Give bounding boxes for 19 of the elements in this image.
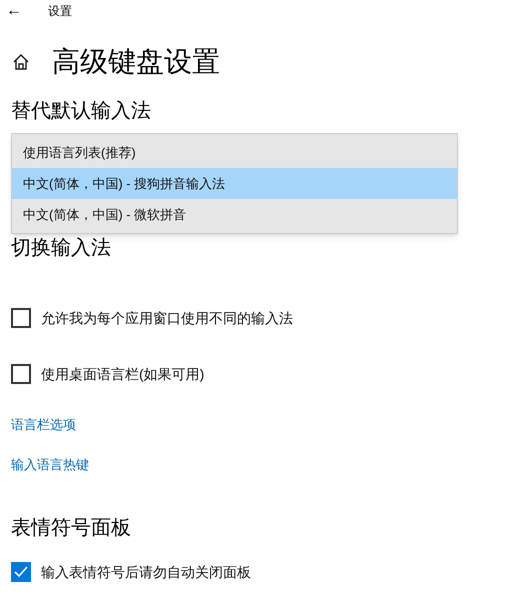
dropdown-option[interactable]: 中文(简体，中国) - 搜狗拼音输入法 (12, 168, 457, 199)
checkbox-label: 允许我为每个应用窗口使用不同的输入法 (41, 308, 293, 328)
page-title: 高级键盘设置 (52, 45, 220, 79)
checkbox[interactable] (11, 364, 31, 384)
link[interactable]: 语言栏选项 (11, 415, 76, 435)
window-title: 设置 (48, 3, 72, 20)
check-icon (14, 566, 28, 578)
checkbox[interactable] (11, 562, 31, 582)
back-button[interactable]: ← (6, 0, 26, 23)
section-heading: 切换输入法 (11, 236, 112, 261)
home-icon[interactable] (12, 53, 30, 71)
checkbox[interactable] (11, 308, 31, 328)
link[interactable]: 输入语言热键 (11, 455, 89, 475)
section-heading: 表情符号面板 (11, 516, 132, 541)
checkbox-label: 输入表情符号后请勿自动关闭面板 (41, 562, 251, 582)
checkbox-label: 使用桌面语言栏(如果可用) (41, 364, 204, 384)
dropdown-option[interactable]: 中文(简体，中国) - 微软拼音 (12, 199, 457, 230)
section-heading: 替代默认输入法 (11, 99, 152, 124)
dropdown-option[interactable]: 使用语言列表(推荐) (12, 137, 457, 168)
